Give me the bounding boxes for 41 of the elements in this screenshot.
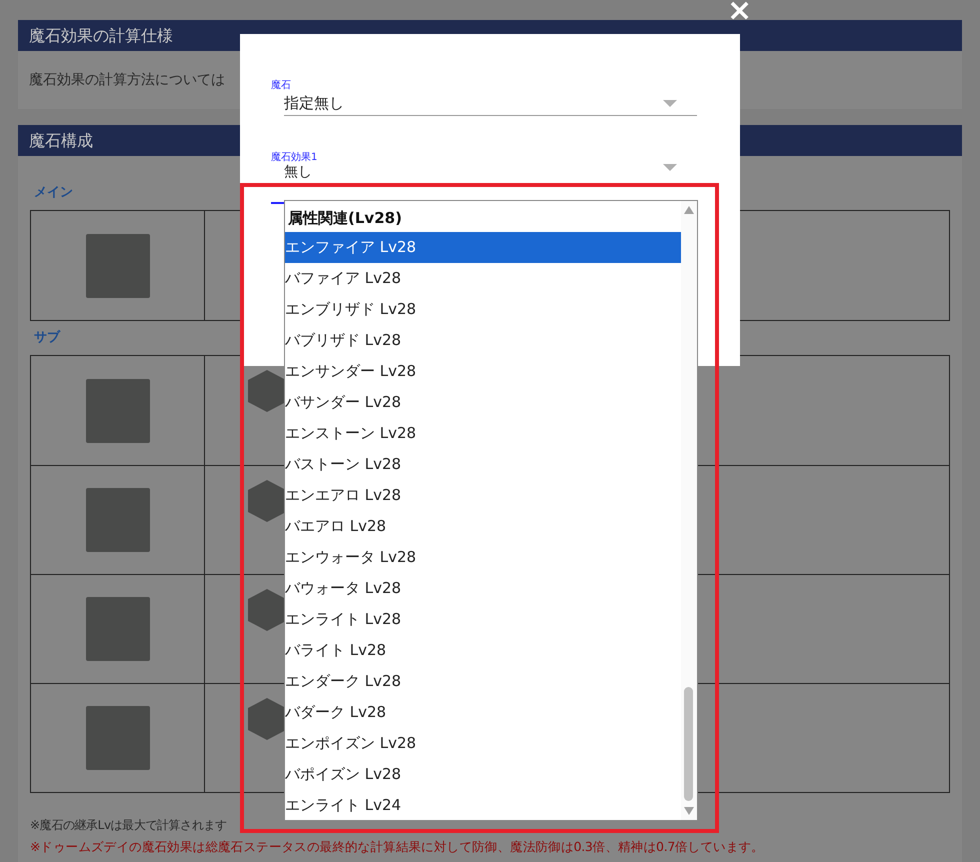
caret-icon [663,164,677,172]
field-label: 魔石 [271,80,292,92]
dropdown-option[interactable]: エンポイズン Lv28 [285,728,681,759]
group-label: メイン [34,184,73,202]
dropdown-option[interactable]: エンブリザド Lv28 [285,294,681,325]
scroll-up-icon[interactable] [684,206,694,214]
stone-icon[interactable] [86,378,150,442]
hexagon-icon [248,370,286,412]
dropdown-option[interactable]: バポイズン Lv28 [285,759,681,790]
stone-icon[interactable] [86,706,150,770]
dropdown-option[interactable]: エンダーク Lv28 [285,666,681,697]
dropdown-option[interactable]: バサンダー Lv28 [285,387,681,418]
dropdown-option[interactable]: エンストーン Lv28 [285,418,681,449]
dropdown-option[interactable]: エンサンダー Lv28 [285,356,681,387]
select-field[interactable]: 指定無し [284,92,697,116]
hexagon-icon [248,480,286,522]
dropdown-option[interactable]: バダーク Lv28 [285,697,681,728]
dropdown-option[interactable]: エンウォータ Lv28 [285,542,681,573]
hexagon-icon [248,698,286,740]
warning-note: ※ドゥームズデイの魔石効果は総魔石ステータスの最終的な計算結果に対して防御、魔法防御は0.3倍、精神は0.7倍しています。 [30,839,764,854]
stone-icon[interactable] [86,597,150,661]
dropdown-option[interactable]: エンエアロ Lv28 [285,480,681,511]
scrollbar-thumb[interactable] [684,687,693,801]
note-text: ※魔石の継承Lvは最大で計算されます [30,818,227,832]
dropdown-option[interactable]: バエアロ Lv28 [285,511,681,542]
scroll-down-icon[interactable] [684,807,694,815]
description-text: 魔石効果の計算方法については [29,70,225,90]
dropdown-option[interactable]: バファイア Lv28 [285,263,681,294]
option-group-label: 属性関連(Lv28) [287,208,403,229]
dropdown-option[interactable]: バウォータ Lv28 [285,573,681,604]
stone-icon[interactable] [86,488,150,552]
group-label: サブ [34,328,60,348]
dropdown-option[interactable]: バストーン Lv28 [285,449,681,480]
dropdown-option[interactable]: エンファイア Lv28 [285,232,681,263]
stone-icon[interactable] [86,234,150,298]
caret-icon [663,100,677,108]
hexagon-icon [248,589,286,631]
dropdown-option[interactable]: エンライト Lv24 [285,790,681,821]
dropdown-option[interactable]: バブリザド Lv28 [285,325,681,356]
dropdown-option[interactable]: バライト Lv28 [285,635,681,666]
dropdown-option[interactable]: エンライト Lv28 [285,604,681,635]
